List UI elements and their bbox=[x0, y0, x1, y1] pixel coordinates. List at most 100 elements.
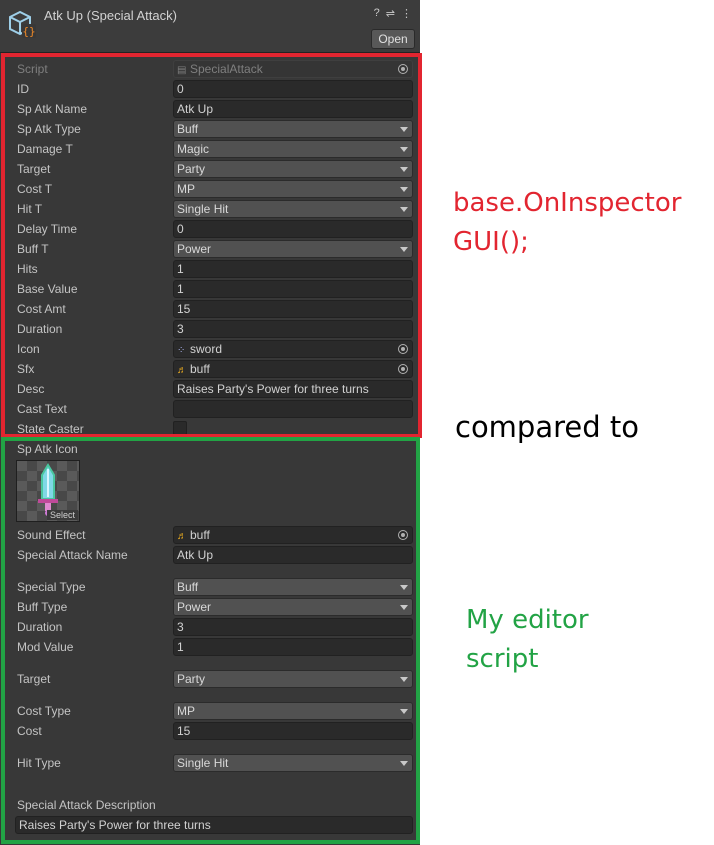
duration-value: 3 bbox=[177, 322, 184, 336]
object-picker-icon[interactable] bbox=[398, 344, 408, 354]
sprite-select-label[interactable]: Select bbox=[46, 510, 78, 520]
buff-type-value: Power bbox=[177, 600, 212, 614]
audio-clip-icon: ♬ bbox=[177, 531, 187, 542]
special-attack-name-field[interactable]: Atk Up bbox=[173, 546, 413, 564]
help-icon[interactable]: ? bbox=[374, 7, 380, 20]
hit-type-dropdown[interactable]: Single Hit bbox=[173, 754, 413, 772]
special-type-label: Special Type bbox=[17, 580, 86, 594]
object-picker-icon[interactable] bbox=[398, 64, 408, 74]
icon-label: Icon bbox=[17, 342, 40, 356]
description-label-row: Special Attack Description bbox=[0, 795, 420, 815]
delay-time-value: 0 bbox=[177, 222, 184, 236]
annotation-base-gui: base.OnInspector GUI(); bbox=[453, 188, 682, 257]
cost-field[interactable]: 15 bbox=[173, 722, 413, 740]
row-mod-value: Mod Value 1 bbox=[0, 637, 420, 657]
state-caster-checkbox[interactable] bbox=[173, 421, 187, 435]
damage-t-value: Magic bbox=[177, 142, 210, 156]
mod-value-field[interactable]: 1 bbox=[173, 638, 413, 656]
row-target: Target Party bbox=[0, 159, 420, 179]
row-sound-effect: Sound Effect ♬ buff bbox=[0, 525, 420, 545]
duration-field[interactable]: 3 bbox=[173, 618, 413, 636]
base-value-value: 1 bbox=[177, 282, 184, 296]
mod-value-label: Mod Value bbox=[17, 640, 74, 654]
target-value: Party bbox=[177, 672, 206, 686]
row-delay-time: Delay Time 0 bbox=[0, 219, 420, 239]
special-attack-name-value: Atk Up bbox=[177, 548, 214, 562]
chevron-down-icon bbox=[400, 127, 408, 132]
special-type-dropdown[interactable]: Buff bbox=[173, 578, 413, 596]
object-picker-icon[interactable] bbox=[398, 530, 408, 540]
target-label: Target bbox=[17, 672, 51, 686]
sprite-icon: ⁘ bbox=[177, 345, 186, 356]
open-button[interactable]: Open bbox=[371, 29, 415, 49]
buff-type-dropdown[interactable]: Power bbox=[173, 598, 413, 616]
sfx-object-field[interactable]: ♬ buff bbox=[173, 360, 413, 378]
row-special-type: Special Type Buff bbox=[0, 577, 420, 597]
icon-object-field[interactable]: ⁘ sword bbox=[173, 340, 413, 358]
hit-t-value: Single Hit bbox=[177, 202, 229, 216]
mod-value-value: 1 bbox=[177, 640, 184, 654]
row-damage-t: Damage T Magic bbox=[0, 139, 420, 159]
damage-t-label: Damage T bbox=[17, 142, 73, 156]
cost-amt-field[interactable]: 15 bbox=[173, 300, 413, 318]
hit-t-dropdown[interactable]: Single Hit bbox=[173, 200, 413, 218]
svg-text:{}: {} bbox=[22, 25, 35, 38]
chevron-down-icon bbox=[400, 187, 408, 192]
sprite-picker[interactable]: Select bbox=[16, 460, 80, 522]
chevron-down-icon bbox=[400, 147, 408, 152]
base-value-label: Base Value bbox=[17, 282, 78, 296]
sound-effect-object-field[interactable]: ♬ buff bbox=[173, 526, 413, 544]
chevron-down-icon bbox=[400, 167, 408, 172]
buff-t-value: Power bbox=[177, 242, 212, 256]
row-base-value: Base Value 1 bbox=[0, 279, 420, 299]
desc-value: Raises Party's Power for three turns bbox=[177, 382, 369, 396]
sfx-label: Sfx bbox=[17, 362, 35, 376]
scriptable-object-icon: {} bbox=[9, 10, 36, 38]
chevron-down-icon bbox=[400, 677, 408, 682]
sp-atk-name-field[interactable]: Atk Up bbox=[173, 100, 413, 118]
duration-label: Duration bbox=[17, 322, 63, 336]
row-state-caster: State Caster bbox=[0, 419, 420, 439]
id-field[interactable]: 0 bbox=[173, 80, 413, 98]
annotation-compared-to: compared to bbox=[455, 410, 639, 444]
buff-t-dropdown[interactable]: Power bbox=[173, 240, 413, 258]
target-dropdown[interactable]: Party bbox=[173, 670, 413, 688]
annotation-my-editor: My editor script bbox=[466, 605, 589, 674]
hits-field[interactable]: 1 bbox=[173, 260, 413, 278]
sfx-value: buff bbox=[190, 362, 210, 376]
cost-amt-value: 15 bbox=[177, 302, 191, 316]
row-sp-atk-type: Sp Atk Type Buff bbox=[0, 119, 420, 139]
cost-type-value: MP bbox=[177, 704, 195, 718]
row-desc: Desc Raises Party's Power for three turns bbox=[0, 379, 420, 399]
sp-atk-type-label: Sp Atk Type bbox=[17, 122, 81, 136]
description-field[interactable]: Raises Party's Power for three turns bbox=[15, 816, 413, 834]
script-object-field: ▤ SpecialAttack bbox=[173, 60, 413, 78]
sp-atk-type-dropdown[interactable]: Buff bbox=[173, 120, 413, 138]
sp-atk-name-label: Sp Atk Name bbox=[17, 102, 88, 116]
kebab-menu-icon[interactable]: ⋮ bbox=[401, 7, 412, 20]
desc-field[interactable]: Raises Party's Power for three turns bbox=[173, 380, 413, 398]
base-value-field[interactable]: 1 bbox=[173, 280, 413, 298]
cost-type-dropdown[interactable]: MP bbox=[173, 702, 413, 720]
row-cost-amt: Cost Amt 15 bbox=[0, 299, 420, 319]
duration-field[interactable]: 3 bbox=[173, 320, 413, 338]
script-icon: ▤ bbox=[177, 65, 187, 76]
delay-time-label: Delay Time bbox=[17, 222, 78, 236]
sprite-label: Sp Atk Icon bbox=[17, 442, 78, 456]
cost-t-dropdown[interactable]: MP bbox=[173, 180, 413, 198]
audio-clip-icon: ♬ bbox=[177, 365, 187, 376]
cost-type-label: Cost Type bbox=[17, 704, 71, 718]
target-dropdown[interactable]: Party bbox=[173, 160, 413, 178]
damage-t-dropdown[interactable]: Magic bbox=[173, 140, 413, 158]
settings-sliders-icon[interactable]: ⇌ bbox=[386, 7, 395, 20]
description-label: Special Attack Description bbox=[17, 798, 156, 812]
row-buff-t: Buff T Power bbox=[0, 239, 420, 259]
delay-time-field[interactable]: 0 bbox=[173, 220, 413, 238]
target-label: Target bbox=[17, 162, 51, 176]
object-picker-icon[interactable] bbox=[398, 364, 408, 374]
row-hits: Hits 1 bbox=[0, 259, 420, 279]
cost-t-value: MP bbox=[177, 182, 195, 196]
duration-label: Duration bbox=[17, 620, 63, 634]
cast-text-field[interactable] bbox=[173, 400, 413, 418]
row-cast-text: Cast Text bbox=[0, 399, 420, 419]
